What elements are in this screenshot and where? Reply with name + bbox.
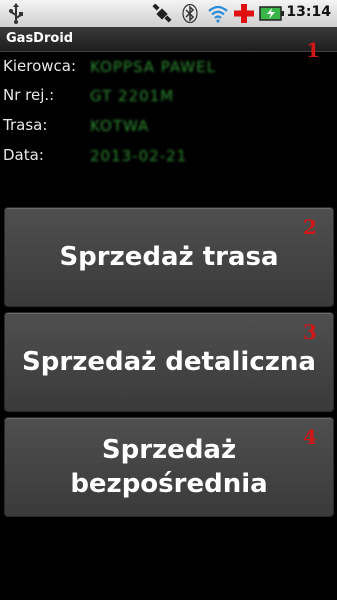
annotation-badge-3: 3: [303, 320, 317, 344]
registration-value: GT 2201M: [90, 87, 175, 105]
battery-icon: [259, 6, 284, 21]
route-sale-label: Sprzedaż trasa: [59, 242, 279, 272]
route-sale-button[interactable]: Sprzedaż trasa: [4, 207, 334, 307]
bluetooth-icon: [182, 4, 198, 23]
clock: 13:14: [286, 4, 331, 20]
app-title: GasDroid: [6, 31, 74, 46]
registration-label: Nr rej.:: [3, 86, 55, 104]
info-row-driver: Kierowca: KOPPSA PAWEL: [3, 57, 333, 81]
status-bar: 13:14: [0, 0, 337, 27]
driver-value: KOPPSA PAWEL: [90, 58, 216, 76]
direct-sale-label: Sprzedaż bezpośrednia: [70, 435, 268, 499]
gps-icon: [152, 4, 172, 23]
driver-label: Kierowca:: [3, 57, 77, 75]
retail-sale-label: Sprzedaż detaliczna: [22, 347, 316, 377]
annotation-badge-4: 4: [303, 425, 317, 449]
info-row-registration: Nr rej.: GT 2201M: [3, 86, 333, 110]
annotation-badge-2: 2: [303, 215, 317, 239]
red-cross-icon: [234, 4, 254, 23]
route-label: Trasa:: [3, 116, 48, 134]
title-bar: GasDroid: [0, 27, 337, 52]
info-row-route: Trasa: KOTWA: [3, 116, 333, 140]
date-label: Data:: [3, 146, 44, 164]
route-value: KOTWA: [90, 117, 150, 135]
date-value: 2013-02-21: [90, 147, 188, 165]
direct-sale-button[interactable]: Sprzedaż bezpośrednia: [4, 417, 334, 517]
retail-sale-button[interactable]: Sprzedaż detaliczna: [4, 312, 334, 412]
wifi-icon: [208, 5, 228, 23]
info-row-date: Data: 2013-02-21: [3, 146, 333, 170]
usb-icon: [9, 3, 23, 24]
